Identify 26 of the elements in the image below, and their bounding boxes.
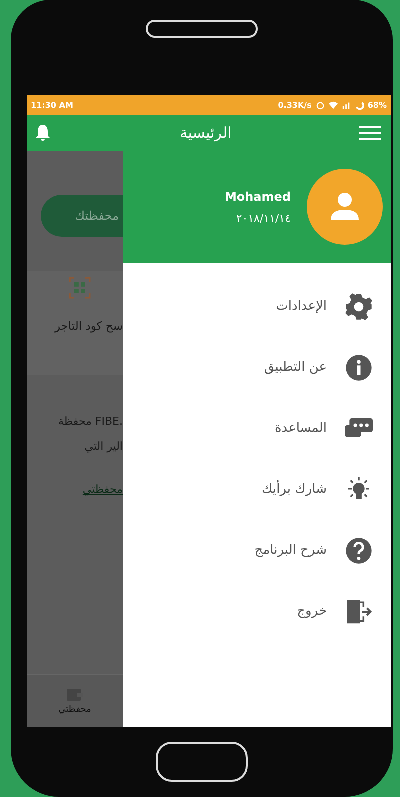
drawer-menu-item[interactable]: المساعدة	[274, 421, 327, 436]
user-name: Mohamed	[224, 190, 291, 204]
network-speed: 0.33K/s	[278, 100, 312, 110]
drawer-menu-item[interactable]: شرح البرنامج	[254, 543, 327, 558]
exit-door-icon	[345, 598, 373, 626]
info-text-line: الير التي	[84, 440, 123, 453]
user-date: ٢٠١٨/١١/١٤	[236, 212, 291, 224]
home-button[interactable]	[156, 742, 248, 782]
gear-icon	[345, 292, 373, 320]
info-icon	[345, 354, 373, 382]
drawer-menu-item[interactable]: شارك برأيك	[262, 482, 327, 497]
info-text-line: محفظة FIBE.	[58, 415, 123, 428]
battery-percent: 68%	[368, 100, 387, 110]
alarm-icon	[316, 100, 325, 110]
menu-icon[interactable]	[358, 125, 381, 141]
scan-label: سح كود التاجر	[54, 319, 123, 333]
drawer-menu-item[interactable]: خروج	[297, 604, 327, 619]
drawer-menu-item[interactable]: عن التطبيق	[264, 360, 327, 375]
battery-ring-icon	[354, 100, 364, 110]
status-time: 11:30 AM	[31, 100, 74, 110]
wifi-icon	[328, 100, 338, 110]
qr-code-icon	[69, 277, 91, 299]
drawer-menu-item[interactable]: الإعدادات	[276, 299, 327, 314]
app-bar-title: الرئيسية	[180, 124, 232, 142]
signal-icon	[342, 100, 351, 110]
help-icon	[345, 536, 373, 564]
